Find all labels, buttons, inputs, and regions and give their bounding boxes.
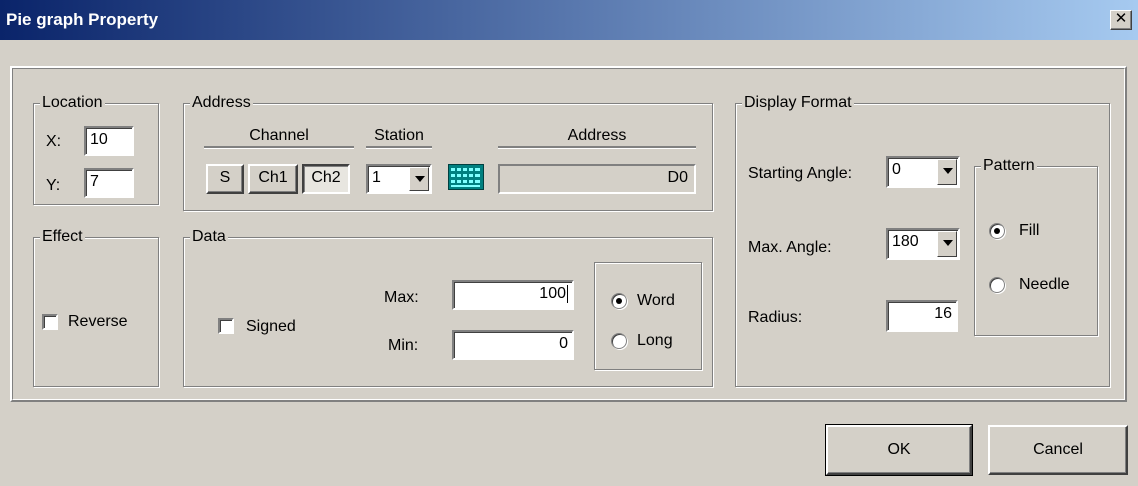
signed-label[interactable]: Signed bbox=[246, 317, 296, 337]
channel-button-ch2[interactable]: Ch2 bbox=[302, 164, 350, 194]
chevron-down-icon[interactable] bbox=[937, 159, 957, 185]
max-angle-select[interactable]: 180 bbox=[886, 228, 960, 260]
address-header: Address bbox=[498, 126, 696, 149]
max-angle-label: Max. Angle: bbox=[748, 239, 832, 256]
location-legend: Location bbox=[40, 93, 105, 113]
address-display: D0 bbox=[498, 164, 696, 194]
effect-legend: Effect bbox=[40, 227, 85, 247]
fill-label[interactable]: Fill bbox=[1019, 221, 1039, 241]
long-label[interactable]: Long bbox=[637, 331, 673, 351]
y-label: Y: bbox=[46, 177, 61, 194]
x-label: X: bbox=[46, 133, 62, 150]
title-bar: Pie graph Property ✕ bbox=[0, 0, 1138, 40]
signed-checkbox[interactable] bbox=[218, 318, 234, 334]
close-button[interactable]: ✕ bbox=[1110, 10, 1132, 30]
min-input[interactable]: 0 bbox=[452, 330, 574, 360]
radius-input[interactable]: 16 bbox=[886, 300, 958, 332]
chevron-down-icon[interactable] bbox=[409, 167, 429, 191]
needle-label[interactable]: Needle bbox=[1019, 275, 1070, 295]
station-value: 1 bbox=[372, 169, 381, 186]
min-label: Min: bbox=[388, 337, 419, 354]
reverse-label[interactable]: Reverse bbox=[68, 312, 128, 332]
word-radio[interactable] bbox=[611, 293, 627, 309]
address-group: Address Channel Station Address S Ch1 Ch… bbox=[183, 93, 713, 211]
display-format-group: Display Format Starting Angle: 0 Max. An… bbox=[735, 93, 1110, 387]
needle-radio[interactable] bbox=[989, 277, 1005, 293]
long-radio[interactable] bbox=[611, 333, 627, 349]
address-legend: Address bbox=[190, 93, 253, 113]
window-title: Pie graph Property bbox=[6, 10, 159, 29]
fill-radio[interactable] bbox=[989, 223, 1005, 239]
data-legend: Data bbox=[190, 227, 228, 247]
starting-angle-select[interactable]: 0 bbox=[886, 156, 960, 188]
location-group: Location X: 10 Y: 7 bbox=[33, 93, 159, 205]
station-header: Station bbox=[366, 126, 432, 149]
channel-button-s[interactable]: S bbox=[206, 164, 244, 194]
display-format-legend: Display Format bbox=[742, 93, 854, 113]
y-input[interactable]: 7 bbox=[84, 168, 134, 198]
pattern-group: Pattern Fill Needle bbox=[974, 156, 1098, 336]
channel-button-ch1[interactable]: Ch1 bbox=[248, 164, 298, 194]
max-angle-value: 180 bbox=[892, 233, 919, 250]
channel-header: Channel bbox=[204, 126, 354, 149]
cancel-button[interactable]: Cancel bbox=[988, 425, 1128, 475]
max-input[interactable]: 100 bbox=[452, 280, 574, 310]
word-label[interactable]: Word bbox=[637, 291, 675, 311]
max-label: Max: bbox=[384, 289, 419, 306]
station-select[interactable]: 1 bbox=[366, 164, 432, 194]
reverse-checkbox[interactable] bbox=[42, 314, 58, 330]
effect-group: Effect Reverse bbox=[33, 227, 159, 387]
close-icon: ✕ bbox=[1114, 10, 1128, 27]
keypad-icon[interactable] bbox=[448, 164, 484, 190]
ok-button[interactable]: OK bbox=[825, 424, 973, 476]
chevron-down-icon[interactable] bbox=[937, 231, 957, 257]
word-long-box: Word Long bbox=[594, 262, 702, 370]
pattern-legend: Pattern bbox=[981, 156, 1037, 176]
data-group: Data Signed Max: 100 Min: 0 Word Long bbox=[183, 227, 713, 387]
starting-angle-label: Starting Angle: bbox=[748, 165, 853, 182]
x-input[interactable]: 10 bbox=[84, 126, 134, 156]
radius-label: Radius: bbox=[748, 309, 803, 326]
starting-angle-value: 0 bbox=[892, 161, 901, 178]
